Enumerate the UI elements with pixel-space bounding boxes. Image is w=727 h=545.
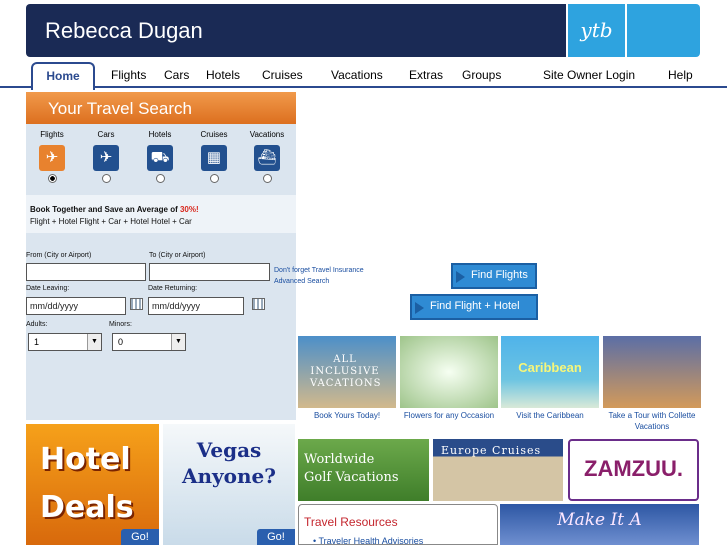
nav-hotels[interactable]: Hotels [206, 68, 240, 82]
bundle-percent: 30%! [179, 205, 199, 214]
promo-image-text: Caribbean [518, 360, 582, 375]
resources-title: Travel Resources [304, 515, 398, 529]
golf-vacations-tile[interactable]: Worldwide Golf Vacations [298, 439, 429, 501]
tile-text: Hotel [40, 442, 131, 477]
promo-caribbean[interactable]: Caribbean [501, 336, 599, 408]
mode-label: Vacations [249, 130, 285, 139]
plane-icon: ✈ [93, 145, 119, 171]
nav-site-owner-login[interactable]: Site Owner Login [543, 68, 635, 82]
calendar-icon[interactable] [252, 298, 265, 310]
mode-radio[interactable] [47, 174, 57, 183]
search-title: Your Travel Search [26, 92, 296, 124]
promo-caption[interactable]: Flowers for any Occasion [400, 410, 498, 421]
mode-label: Flights [40, 130, 64, 139]
go-button[interactable]: Go! [257, 529, 295, 545]
promo-caption[interactable]: Visit the Caribbean [501, 410, 599, 421]
promo-caption[interactable]: Take a Tour with Collette Vacations [603, 410, 701, 432]
nav-help[interactable]: Help [668, 68, 693, 82]
adults-label: Adults: [26, 321, 48, 328]
nav-vacations[interactable]: Vacations [331, 68, 383, 82]
nav-home-tab[interactable]: Home [31, 62, 95, 90]
to-input[interactable] [149, 263, 270, 281]
header-banner: Rebecca Dugan [26, 4, 566, 57]
car-icon: ⛟ [147, 145, 173, 171]
bundle-headline: Book Together and Save an Average of [30, 205, 178, 214]
date-leaving-label: Date Leaving: [26, 285, 70, 292]
tile-text: Worldwide [304, 452, 375, 467]
mode-hotels[interactable]: Hotels ⛟ [135, 130, 185, 183]
promo-flowers[interactable] [400, 336, 498, 408]
calendar-icon[interactable] [130, 298, 143, 310]
bundle-text: Book Together and Save an Average of 30%… [30, 205, 296, 214]
date-leaving-input[interactable]: mm/dd/yyyy [26, 297, 126, 315]
mode-flights[interactable]: Flights ✈ [27, 130, 77, 183]
search-modes: Flights ✈ Cars ✈ Hotels ⛟ Cruises ▦ Vaca… [26, 130, 296, 190]
mode-radio[interactable] [101, 174, 111, 183]
nav-groups[interactable]: Groups [462, 68, 501, 82]
europe-cruises-tile[interactable]: Europe Cruises [433, 439, 563, 501]
find-flight-hotel-label: Find Flight + Hotel [430, 300, 520, 312]
building-icon: ▦ [201, 145, 227, 171]
chevron-down-icon: ▼ [87, 334, 101, 350]
find-flights-button[interactable]: Find Flights [451, 263, 537, 289]
resources-link-label: Traveler Health Advisories [318, 536, 424, 545]
adults-select[interactable]: 1 ▼ [28, 333, 102, 351]
hotel-deals-tile[interactable]: Hotel Deals Go! [26, 424, 159, 545]
find-flight-hotel-button[interactable]: Find Flight + Hotel [410, 294, 538, 320]
tile-text: Deals [40, 490, 134, 525]
adults-value: 1 [34, 337, 40, 347]
mode-cruises[interactable]: Cruises ▦ [189, 130, 239, 183]
mode-radio[interactable] [155, 174, 165, 183]
chevron-down-icon: ▼ [171, 334, 185, 350]
arrow-icon [415, 302, 424, 314]
date-returning-input[interactable]: mm/dd/yyyy [148, 297, 244, 315]
main-nav: Home Flights Cars Hotels Cruises Vacatio… [0, 62, 727, 90]
ship-icon: ⛴ [254, 145, 280, 171]
ytb-logo[interactable]: ytb [568, 4, 625, 57]
minors-label: Minors: [109, 321, 132, 328]
bundle-offer: Book Together and Save an Average of 30%… [26, 195, 296, 233]
mode-label: Cars [97, 130, 115, 139]
travel-resources-panel: Travel Resources • Traveler Health Advis… [298, 504, 498, 545]
search-links: Don't forget Travel Insurance Advanced S… [274, 265, 364, 287]
mode-label: Hotels [148, 130, 172, 139]
vegas-tile[interactable]: Vegas Anyone? Go! [163, 424, 295, 545]
mode-vacations[interactable]: Vacations ⛴ [242, 130, 292, 183]
tile-text: Vegas [196, 438, 262, 462]
promo-collette[interactable] [603, 336, 701, 408]
mode-label: Cruises [200, 130, 228, 139]
find-flights-label: Find Flights [471, 269, 528, 281]
owner-name: Rebecca Dugan [45, 18, 203, 43]
nav-cars[interactable]: Cars [164, 68, 189, 82]
mode-cars[interactable]: Cars ✈ [81, 130, 131, 183]
arrow-icon [456, 271, 465, 283]
make-it-tile[interactable]: Make It A [500, 504, 699, 545]
mode-radio[interactable] [209, 174, 219, 183]
promo-all-inclusive[interactable]: ALL INCLUSIVE VACATIONS [298, 336, 396, 408]
promo-caption[interactable]: Book Yours Today! [298, 410, 396, 421]
tile-text: Golf Vacations [304, 470, 399, 485]
header-accent [627, 4, 700, 57]
nav-flights[interactable]: Flights [111, 68, 146, 82]
nav-cruises[interactable]: Cruises [262, 68, 303, 82]
tile-text: Anyone? [181, 464, 276, 488]
resources-link[interactable]: • Traveler Health Advisories [313, 536, 424, 545]
from-input[interactable] [26, 263, 146, 281]
minors-select[interactable]: 0 ▼ [112, 333, 186, 351]
go-button[interactable]: Go! [121, 529, 159, 545]
minors-value: 0 [118, 337, 124, 347]
plane-icon: ✈ [39, 145, 65, 171]
travel-search-panel: Your Travel Search Flights ✈ Cars ✈ Hote… [26, 92, 296, 420]
date-returning-label: Date Returning: [148, 285, 198, 292]
to-label: To (City or Airport) [149, 252, 206, 259]
nav-extras[interactable]: Extras [409, 68, 443, 82]
advanced-search-link[interactable]: Advanced Search [274, 276, 364, 287]
travel-insurance-link[interactable]: Don't forget Travel Insurance [274, 265, 364, 276]
from-label: From (City or Airport) [26, 252, 92, 259]
promo-image-text: ALL INCLUSIVE VACATIONS [310, 354, 382, 389]
mode-radio[interactable] [262, 174, 272, 183]
page-root: Rebecca Dugan ytb Home Flights Cars Hote… [0, 0, 727, 545]
bundle-options[interactable]: Flight + Hotel Flight + Car + Hotel Hote… [30, 217, 296, 226]
zamzuu-tile[interactable]: ZAMZUU. [568, 439, 699, 501]
